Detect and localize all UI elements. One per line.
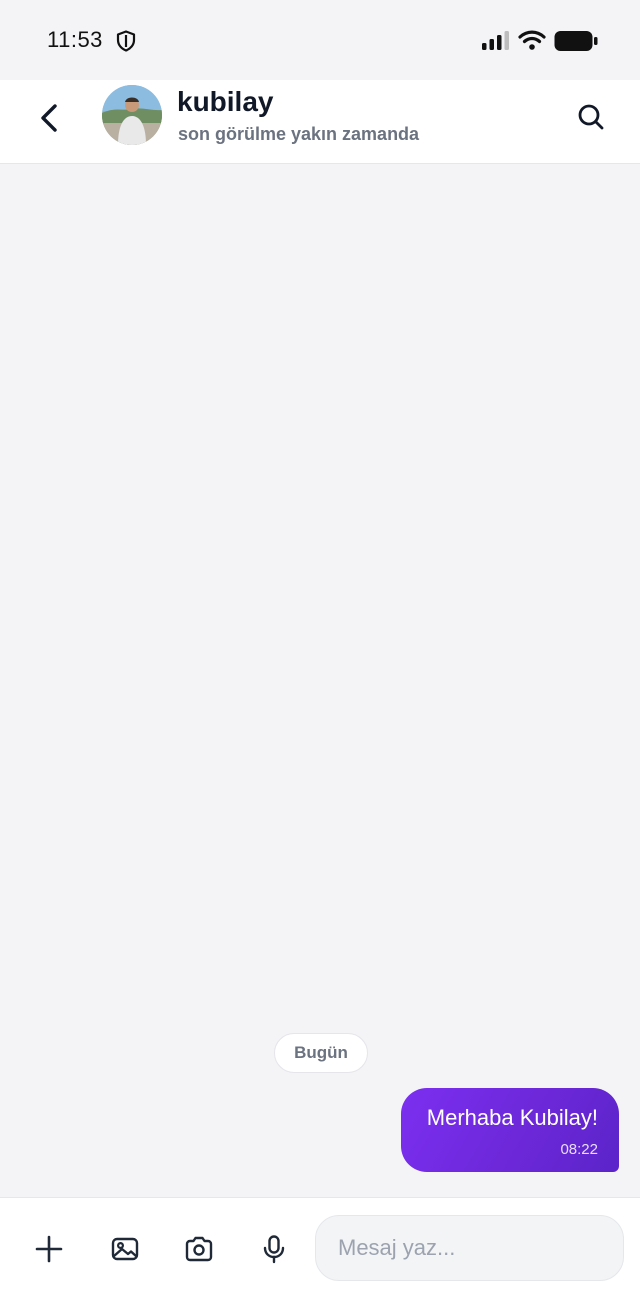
- message-list: Bugün Merhaba Kubilay! 08:22: [0, 165, 640, 1197]
- back-arrow-icon[interactable]: [30, 98, 70, 138]
- plus-icon[interactable]: [34, 1234, 64, 1264]
- message-input[interactable]: [315, 1215, 624, 1281]
- date-separator: Bugün: [274, 1033, 368, 1073]
- message-text: Merhaba Kubilay!: [426, 1105, 598, 1130]
- avatar[interactable]: [102, 85, 162, 145]
- status-bar: 11:53: [0, 0, 640, 80]
- chat-header: kubilay son görülme yakın zamanda: [0, 80, 640, 164]
- image-icon[interactable]: [110, 1234, 140, 1264]
- search-icon[interactable]: [574, 100, 608, 134]
- contact-name: kubilay: [177, 86, 274, 117]
- signal-icon: [482, 31, 509, 50]
- microphone-icon[interactable]: [259, 1234, 289, 1264]
- battery-icon: [554, 31, 598, 51]
- outgoing-message-bubble[interactable]: Merhaba Kubilay! 08:22: [401, 1088, 619, 1172]
- status-time: 11:53: [47, 27, 103, 52]
- wifi-icon: [518, 30, 546, 50]
- camera-icon[interactable]: [184, 1234, 214, 1264]
- message-composer: [0, 1197, 640, 1303]
- shield-icon: [116, 30, 136, 52]
- message-time: 08:22: [560, 1141, 598, 1158]
- contact-last-seen: son görülme yakın zamanda: [178, 124, 420, 144]
